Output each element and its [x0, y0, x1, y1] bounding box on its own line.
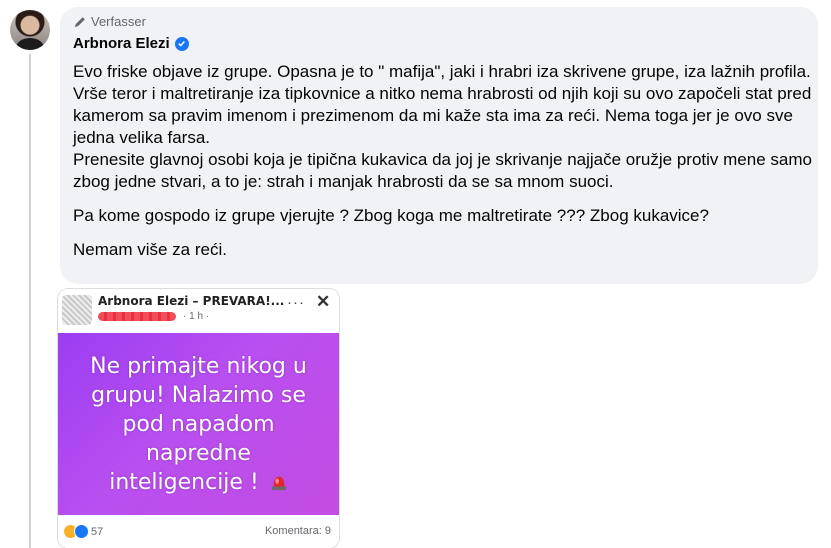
siren-emoji-icon — [271, 476, 286, 490]
author-name-row: Arbnora Elezi — [73, 35, 189, 52]
post-line-2: grupu! Nalazimo se — [91, 382, 306, 408]
avatar-silhouette — [16, 38, 44, 50]
author-tag: Verfasser — [73, 14, 146, 29]
thread-line — [29, 54, 31, 548]
post-line-1: Ne primajte nikog u — [90, 353, 307, 379]
post-line-5-row: inteligencije ! — [109, 468, 288, 497]
author-avatar[interactable] — [10, 10, 50, 50]
pencil-icon — [74, 16, 85, 27]
reaction-count: 57 — [91, 525, 104, 538]
screenshot-meta: · 1 h · — [98, 311, 209, 322]
screenshot-footer: 57 Komentara: 9 — [58, 515, 339, 548]
screenshot-time: · 1 h · — [183, 311, 210, 322]
reaction-summary: 57 — [63, 524, 103, 539]
comment-body: Evo friske objave iz grupe. Opasna je to… — [73, 61, 813, 261]
comment-paragraph-3: Pa kome gospodo iz grupe vjerujte ? Zbog… — [73, 206, 709, 225]
more-dots-icon: ··· — [287, 294, 305, 311]
post-line-3: pod napadom — [122, 411, 275, 437]
comment-paragraph-2: Prenesite glavnoj osobi koja je tipična … — [73, 150, 812, 191]
attached-screenshot[interactable]: Arbnora Elezi – PREVARA!... · 1 h · ··· … — [58, 289, 339, 548]
comment-paragraph-4: Nemam više za reći. — [73, 240, 227, 259]
verified-badge-icon — [174, 36, 189, 51]
screenshot-post-content: Ne primajte nikog u grupu! Nalazimo se p… — [58, 333, 339, 515]
screenshot-header: Arbnora Elezi – PREVARA!... · 1 h · ··· … — [58, 289, 339, 333]
redaction-scribble — [98, 312, 176, 321]
post-line-5: inteligencije ! — [109, 469, 259, 495]
like-reaction-icon — [74, 524, 89, 539]
screenshot-title: Arbnora Elezi – PREVARA!... — [98, 294, 285, 308]
close-icon: ✕ — [316, 292, 331, 311]
comment-paragraph-1: Evo friske objave iz grupe. Opasna je to… — [73, 62, 812, 147]
screenshot-group-avatar — [62, 295, 92, 325]
post-line-4: napredne — [146, 440, 251, 466]
author-name[interactable]: Arbnora Elezi — [73, 35, 170, 52]
comments-count: Komentara: 9 — [264, 525, 331, 537]
author-tag-label: Verfasser — [91, 14, 146, 29]
